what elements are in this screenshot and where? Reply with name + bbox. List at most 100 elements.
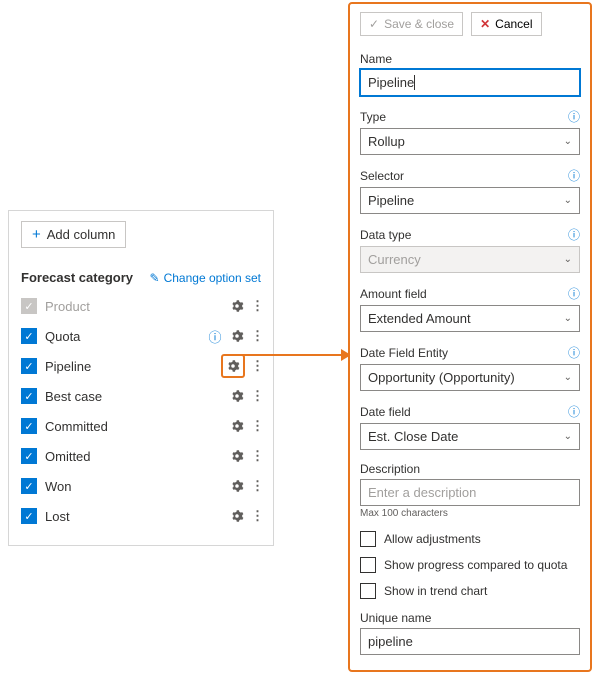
info-icon[interactable]: ⓘ	[568, 344, 580, 361]
gear-icon[interactable]	[229, 478, 245, 494]
row-label: Won	[45, 479, 221, 494]
name-input[interactable]: Pipeline	[360, 69, 580, 96]
row-label: Omitted	[45, 449, 221, 464]
gear-icon[interactable]	[229, 328, 245, 344]
description-input[interactable]: Enter a description	[360, 479, 580, 506]
gear-icon[interactable]	[229, 298, 245, 314]
data-type-select: Currency ⌄	[360, 246, 580, 273]
more-icon[interactable]: ⋮	[251, 418, 261, 434]
checkbox-product: ✓	[21, 298, 37, 314]
gear-icon[interactable]	[229, 418, 245, 434]
chevron-down-icon: ⌄	[564, 372, 572, 383]
selector-value: Pipeline	[368, 193, 414, 208]
allow-adjustments-label: Allow adjustments	[384, 532, 481, 546]
category-row-omitted: ✓ Omitted ⋮	[21, 441, 261, 471]
amount-field-value: Extended Amount	[368, 311, 471, 326]
more-icon[interactable]: ⋮	[251, 358, 261, 374]
description-placeholder: Enter a description	[368, 485, 476, 500]
change-option-set-link[interactable]: ✎ Change option set	[150, 271, 261, 285]
callout-arrow	[240, 354, 350, 356]
show-progress-row[interactable]: Show progress compared to quota	[360, 557, 580, 573]
row-label: Product	[45, 299, 221, 314]
type-select[interactable]: Rollup ⌄	[360, 128, 580, 155]
chevron-down-icon: ⌄	[564, 313, 572, 324]
forecast-category-panel: + Add column Forecast category ✎ Change …	[8, 210, 274, 546]
category-row-quota: ✓ Quota ⓘ ⋮	[21, 321, 261, 351]
data-type-label: Data type	[360, 228, 411, 242]
selector-select[interactable]: Pipeline ⌄	[360, 187, 580, 214]
chevron-down-icon: ⌄	[564, 254, 572, 265]
chevron-down-icon: ⌄	[564, 136, 572, 147]
row-label: Committed	[45, 419, 221, 434]
name-label: Name	[360, 52, 392, 66]
save-close-label: Save & close	[384, 17, 454, 31]
checkbox-lost[interactable]: ✓	[21, 508, 37, 524]
change-option-set-label: Change option set	[164, 271, 261, 285]
info-icon[interactable]: ⓘ	[568, 167, 580, 184]
chevron-down-icon: ⌄	[564, 195, 572, 206]
type-value: Rollup	[368, 134, 405, 149]
allow-adjustments-checkbox[interactable]	[360, 531, 376, 547]
info-icon[interactable]: ⓘ	[568, 108, 580, 125]
column-properties-panel: ✓ Save & close ✕ Cancel Name Pipeline Ty…	[348, 2, 592, 672]
category-row-committed: ✓ Committed ⋮	[21, 411, 261, 441]
checkbox-quota[interactable]: ✓	[21, 328, 37, 344]
gear-icon[interactable]	[229, 388, 245, 404]
data-type-value: Currency	[368, 252, 421, 267]
row-label: Quota	[45, 329, 199, 344]
date-field-select[interactable]: Est. Close Date ⌄	[360, 423, 580, 450]
unique-name-value: pipeline	[368, 634, 413, 649]
plus-icon: +	[32, 227, 41, 242]
more-icon[interactable]: ⋮	[251, 328, 261, 344]
name-value: Pipeline	[368, 75, 415, 90]
date-field-entity-select[interactable]: Opportunity (Opportunity) ⌄	[360, 364, 580, 391]
category-row-pipeline: ✓ Pipeline ⋮	[21, 351, 261, 381]
add-column-button[interactable]: + Add column	[21, 221, 126, 248]
add-column-label: Add column	[47, 227, 116, 242]
chevron-down-icon: ⌄	[564, 431, 572, 442]
cancel-button[interactable]: ✕ Cancel	[471, 12, 541, 36]
gear-icon[interactable]	[229, 508, 245, 524]
description-label: Description	[360, 462, 420, 476]
show-trend-row[interactable]: Show in trend chart	[360, 583, 580, 599]
category-row-lost: ✓ Lost ⋮	[21, 501, 261, 531]
unique-name-label: Unique name	[360, 611, 431, 625]
more-icon[interactable]: ⋮	[251, 478, 261, 494]
save-close-button[interactable]: ✓ Save & close	[360, 12, 463, 36]
more-icon[interactable]: ⋮	[251, 448, 261, 464]
checkbox-committed[interactable]: ✓	[21, 418, 37, 434]
gear-icon-highlighted[interactable]	[221, 354, 245, 378]
pencil-icon: ✎	[150, 271, 160, 285]
date-field-entity-value: Opportunity (Opportunity)	[368, 370, 515, 385]
date-field-value: Est. Close Date	[368, 429, 458, 444]
description-helper: Max 100 characters	[360, 508, 580, 519]
selector-label: Selector	[360, 169, 404, 183]
row-label: Best case	[45, 389, 221, 404]
amount-field-select[interactable]: Extended Amount ⌄	[360, 305, 580, 332]
check-icon: ✓	[369, 17, 379, 31]
amount-field-label: Amount field	[360, 287, 427, 301]
date-field-entity-label: Date Field Entity	[360, 346, 448, 360]
category-row-bestcase: ✓ Best case ⋮	[21, 381, 261, 411]
more-icon[interactable]: ⋮	[251, 508, 261, 524]
checkbox-omitted[interactable]: ✓	[21, 448, 37, 464]
forecast-category-header: Forecast category	[21, 270, 133, 285]
info-icon[interactable]: ⓘ	[568, 226, 580, 243]
close-icon: ✕	[480, 17, 490, 31]
show-trend-checkbox[interactable]	[360, 583, 376, 599]
unique-name-input[interactable]: pipeline	[360, 628, 580, 655]
gear-icon[interactable]	[229, 448, 245, 464]
checkbox-bestcase[interactable]: ✓	[21, 388, 37, 404]
info-icon[interactable]: ⓘ	[568, 285, 580, 302]
category-row-product: ✓ Product ⋮	[21, 291, 261, 321]
checkbox-won[interactable]: ✓	[21, 478, 37, 494]
row-label: Lost	[45, 509, 221, 524]
allow-adjustments-row[interactable]: Allow adjustments	[360, 531, 580, 547]
more-icon[interactable]: ⋮	[251, 388, 261, 404]
info-icon[interactable]: ⓘ	[568, 403, 580, 420]
row-label: Pipeline	[45, 359, 213, 374]
show-progress-checkbox[interactable]	[360, 557, 376, 573]
more-icon[interactable]: ⋮	[251, 298, 261, 314]
info-icon[interactable]: ⓘ	[207, 327, 223, 346]
checkbox-pipeline[interactable]: ✓	[21, 358, 37, 374]
